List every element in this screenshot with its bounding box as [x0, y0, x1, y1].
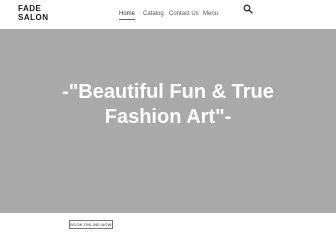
logo-line-2: SALON: [18, 13, 49, 22]
logo-line-1: FADE: [18, 4, 42, 13]
nav-item-home[interactable]: Home: [119, 10, 136, 20]
site-header: FADE SALON Home Catalog Contact Us Menu: [0, 0, 336, 28]
hero-banner: -"Beautiful Fun & True Fashion Art"-: [0, 29, 336, 213]
page-bottom: [0, 240, 336, 252]
site-logo[interactable]: FADE SALON: [18, 4, 58, 22]
nav-item-contact-us[interactable]: Contact Us: [169, 10, 199, 18]
nav-item-catalog[interactable]: Catalog: [143, 10, 164, 18]
hero-title-line-1: -"Beautiful Fun & True: [62, 81, 274, 103]
hero-title-line-2: Fashion Art"-: [104, 106, 232, 128]
hero-title: -"Beautiful Fun & True Fashion Art"-: [0, 80, 336, 130]
nav-item-menu[interactable]: Menu: [203, 10, 218, 18]
search-icon[interactable]: [243, 4, 253, 14]
book-online-button[interactable]: BOOK ONLINE NOW: [69, 220, 113, 229]
